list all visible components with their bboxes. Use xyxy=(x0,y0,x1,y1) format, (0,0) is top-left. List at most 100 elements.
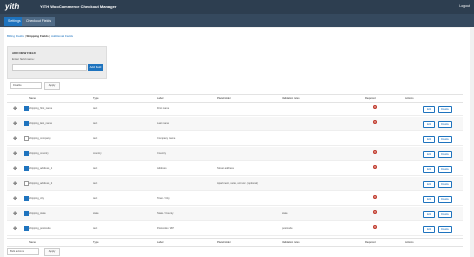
disable-button[interactable]: Disable xyxy=(438,106,452,113)
column-label: Label xyxy=(157,97,164,100)
field-name: shipping_state xyxy=(29,212,46,215)
table-row: ✥ shipping_last_name text Last name ✕ Edit Dis… xyxy=(7,117,463,131)
field-label: Country xyxy=(157,152,167,155)
required-icon: ✕ xyxy=(373,195,377,199)
table-row: ✥ shipping_city text Town / City ✕ Edit Disabl… xyxy=(7,192,463,206)
add-field-title: ADD NEW FIELD xyxy=(12,51,36,55)
field-label: First name xyxy=(157,107,170,110)
table-row: ✥ shipping_first_name text First name ✕ Edit D… xyxy=(7,102,463,116)
drag-handle-icon[interactable]: ✥ xyxy=(13,151,17,157)
logout-link[interactable]: Logout xyxy=(459,4,470,8)
field-name: shipping_postcode xyxy=(29,227,51,230)
add-field-button[interactable]: Add field xyxy=(88,64,103,71)
table-row: ✥ shipping_state state State / County state ✕… xyxy=(7,207,463,221)
edit-button[interactable]: Edit xyxy=(423,211,435,218)
field-name: shipping_first_name xyxy=(29,107,53,110)
field-label: Last name xyxy=(157,122,170,125)
drag-handle-icon[interactable]: ✥ xyxy=(13,196,17,202)
edit-button[interactable]: Edit xyxy=(423,136,435,143)
required-icon: ✕ xyxy=(373,120,377,124)
field-name: shipping_country xyxy=(29,152,49,155)
field-name: shipping_last_name xyxy=(29,122,53,125)
additional-fields-link[interactable]: Additional Fields xyxy=(51,34,73,38)
field-name: shipping_address_1 xyxy=(29,167,53,170)
field-validation: postcode xyxy=(282,227,293,230)
app-name: YITH WooCommerce Checkout Manager xyxy=(40,4,117,9)
field-name: shipping_address_2 xyxy=(29,182,53,185)
disable-button[interactable]: Disable xyxy=(438,226,452,233)
table-row: ✥ shipping_country country Country ✕ Edit Disa… xyxy=(7,147,463,161)
column-validation: Validation rules xyxy=(282,241,300,244)
table-row: ✥ shipping_company text Company name Edit Dis… xyxy=(7,132,463,146)
field-validation: state xyxy=(282,212,288,215)
field-type: state xyxy=(93,212,99,215)
table-row: ✥ shipping_postcode text Postcode / ZIP post… xyxy=(7,222,463,236)
field-type: text xyxy=(93,197,98,200)
field-type: text xyxy=(93,107,98,110)
column-label: Label xyxy=(157,241,164,244)
edit-button[interactable]: Edit xyxy=(423,106,435,113)
field-label: Company name xyxy=(157,137,176,140)
add-field-box: ADD NEW FIELD Enter field name: Add fiel… xyxy=(7,46,107,79)
drag-handle-icon[interactable]: ✥ xyxy=(13,166,17,172)
column-actions: Actions xyxy=(405,241,414,244)
edit-button[interactable]: Edit xyxy=(423,166,435,173)
edit-button[interactable]: Edit xyxy=(423,196,435,203)
table-row: ✥ shipping_address_2 text Apartment, suite,… xyxy=(7,177,463,191)
breadcrumb: Billing Fields | Shipping Fields | Addit… xyxy=(7,34,73,38)
yith-logo: yith xyxy=(5,2,20,11)
drag-handle-icon[interactable]: ✥ xyxy=(13,211,17,217)
required-icon: ✕ xyxy=(373,150,377,154)
column-placeholder: Placeholder xyxy=(217,97,231,100)
field-label: Address xyxy=(157,167,167,170)
drag-handle-icon[interactable]: ✥ xyxy=(13,226,17,232)
column-name: Name xyxy=(29,241,36,244)
field-type: country xyxy=(93,152,102,155)
disable-button[interactable]: Disable xyxy=(438,151,452,158)
table-footer: Name Type Label Placeholder Validation r… xyxy=(7,238,463,247)
field-placeholder: Street address xyxy=(217,167,234,170)
disable-button[interactable]: Disable xyxy=(438,211,452,218)
edit-button[interactable]: Edit xyxy=(423,151,435,158)
drag-handle-icon[interactable]: ✥ xyxy=(13,181,17,187)
field-name: shipping_city xyxy=(29,197,44,200)
field-name: shipping_company xyxy=(29,137,51,140)
field-type: text xyxy=(93,182,98,185)
column-name: Name xyxy=(29,97,36,100)
disable-button[interactable]: Disable xyxy=(438,196,452,203)
disable-button[interactable]: Disable xyxy=(438,166,452,173)
apply-button[interactable]: Apply xyxy=(44,82,60,90)
required-icon: ✕ xyxy=(373,165,377,169)
field-label: State / County xyxy=(157,212,174,215)
column-type: Type xyxy=(93,97,99,100)
main-content: Billing Fields | Shipping Fields | Addit… xyxy=(4,28,470,257)
field-type: text xyxy=(93,122,98,125)
bulk-action-select[interactable]: Disable xyxy=(10,82,42,89)
disable-button[interactable]: Disable xyxy=(438,181,452,188)
edit-button[interactable]: Edit xyxy=(423,181,435,188)
billing-fields-link[interactable]: Billing Fields xyxy=(7,34,24,38)
field-placeholder: Apartment, suite, unit etc. (optional) xyxy=(217,182,258,185)
column-placeholder: Placeholder xyxy=(217,241,231,244)
bulk-action-select-bottom[interactable]: Bulk actions xyxy=(7,248,39,255)
column-actions: Actions xyxy=(405,97,414,100)
field-type: text xyxy=(93,227,98,230)
field-type: text xyxy=(93,137,98,140)
tab-checkout-fields[interactable]: Checkout Fields xyxy=(22,17,56,26)
table-row: ✥ shipping_address_1 text Address Street add… xyxy=(7,162,463,176)
required-icon: ✕ xyxy=(373,210,377,214)
disable-button[interactable]: Disable xyxy=(438,121,452,128)
disable-button[interactable]: Disable xyxy=(438,136,452,143)
edit-button[interactable]: Edit xyxy=(423,226,435,233)
apply-button-bottom[interactable]: Apply xyxy=(44,248,60,256)
drag-handle-icon[interactable]: ✥ xyxy=(13,136,17,142)
required-icon: ✕ xyxy=(373,225,377,229)
column-required: Required xyxy=(365,241,376,244)
edit-button[interactable]: Edit xyxy=(423,121,435,128)
drag-handle-icon[interactable]: ✥ xyxy=(13,106,17,112)
field-name-label: Enter field name: xyxy=(12,57,35,61)
drag-handle-icon[interactable]: ✥ xyxy=(13,121,17,127)
field-name-input[interactable] xyxy=(12,64,87,71)
required-icon: ✕ xyxy=(373,105,377,109)
shipping-fields-link[interactable]: Shipping Fields xyxy=(26,34,48,38)
